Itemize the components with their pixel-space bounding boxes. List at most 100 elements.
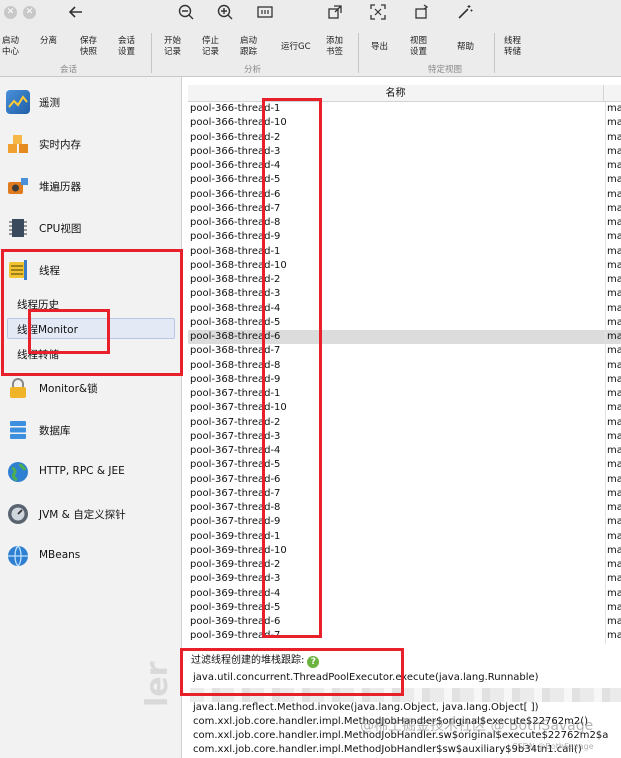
sidebar-item-cpu-views[interactable]: CPU视图 [0,208,181,248]
magic-wand-icon[interactable] [455,3,475,21]
rotate-icon[interactable] [412,3,432,21]
export-view-icon[interactable] [325,3,345,21]
thread-group-cell: ma [605,102,621,117]
thread-dump-button[interactable]: 线程 转储 [504,36,521,58]
table-row[interactable]: pool-366-thread-5 ma [188,173,621,188]
save-snapshot-button[interactable]: 保存 快照 [80,36,97,58]
table-row[interactable]: pool-367-thread-7 ma [188,486,621,501]
add-bookmark-button[interactable]: 添加 书签 [326,36,343,58]
sidebar-item-monitors-locks[interactable]: Monitor&锁 [0,368,181,408]
detach-button[interactable]: 分离 [40,36,57,47]
thread-group-cell: ma [605,287,621,302]
start-tracking-button[interactable]: 启动 跟踪 [240,36,257,58]
zoom-in-icon[interactable] [215,3,235,21]
column-header-name[interactable]: 名称 [188,85,604,102]
table-row[interactable]: pool-366-thread-10 ma [188,116,621,131]
thread-name-cell: pool-368-thread-7 [190,345,281,357]
table-row[interactable]: pool-369-thread-1 ma [188,529,621,544]
side-watermark-text: ler [140,661,175,707]
table-row[interactable]: pool-367-thread-6 ma [188,472,621,487]
sidebar-subitem-thread-dumps[interactable]: 线程转储 [17,347,59,362]
close-window-icon[interactable]: ✕ [4,6,17,19]
sidebar-item-live-memory[interactable]: 实时内存 [0,124,181,164]
sidebar-subitem-thread-history[interactable]: 线程历史 [17,297,59,312]
table-row[interactable]: pool-368-thread-3 ma [188,287,621,302]
sidebar-item-threads[interactable]: 线程 [0,250,181,290]
table-row[interactable]: pool-368-thread-4 ma [188,301,621,316]
sidebar-item-label: 实时内存 [39,139,81,151]
thread-group-cell: ma [605,372,621,387]
thread-name-cell: pool-368-thread-1 [190,245,281,257]
start-center-button[interactable]: 启动 中心 [2,36,19,58]
table-row[interactable]: pool-368-thread-1 ma [188,244,621,259]
session-settings-button[interactable]: 会话 设置 [118,36,135,58]
thread-group-cell: ma [605,415,621,430]
sidebar-item-jvm-probes[interactable]: JVM & 自定义探针 [0,494,181,534]
table-row[interactable]: pool-369-thread-3 ma [188,572,621,587]
run-gc-button[interactable]: 运行GC [281,42,311,53]
jprofiler-window: ✕ ✕ 启动 中心 分离 保存 快照 会话 设置 开始 记录 停止 记录 启动 … [0,0,621,758]
thread-group-cell: ma [605,315,621,330]
back-arrow-icon[interactable] [66,3,86,21]
stack-trace-line[interactable]: java.lang.reflect.Method.invoke(java.lan… [193,702,539,713]
thread-name-cell: pool-368-thread-8 [190,359,281,371]
thread-group-cell: ma [605,258,621,273]
table-row[interactable]: pool-369-thread-10 ma [188,543,621,558]
table-row[interactable]: pool-366-thread-4 ma [188,159,621,174]
start-recording-button[interactable]: 开始 记录 [164,36,181,58]
table-row[interactable]: pool-367-thread-2 ma [188,415,621,430]
table-row[interactable]: pool-367-thread-10 ma [188,401,621,416]
table-row[interactable]: pool-366-thread-1 ma [188,102,621,117]
thread-name-cell: pool-369-thread-1 [190,530,281,542]
table-row[interactable]: pool-366-thread-7 ma [188,201,621,216]
view-settings-button[interactable]: 视图 设置 [410,36,427,58]
stack-trace-line[interactable]: java.util.concurrent.ThreadPoolExecutor.… [193,672,539,683]
fit-width-icon[interactable] [255,3,275,21]
export-button[interactable]: 导出 [371,42,388,53]
table-row[interactable]: pool-368-thread-10 ma [188,258,621,273]
help-icon[interactable]: ? [307,656,320,668]
mbeans-globe-icon [6,544,30,568]
thread-group-cell: ma [605,344,621,359]
table-row[interactable]: pool-367-thread-3 ma [188,429,621,444]
thread-name-cell: pool-369-thread-5 [190,601,281,613]
table-row[interactable]: pool-368-thread-2 ma [188,273,621,288]
table-row[interactable]: pool-369-thread-2 ma [188,558,621,573]
thread-name-cell: pool-366-thread-2 [190,131,281,143]
table-row[interactable]: pool-367-thread-1 ma [188,387,621,402]
sidebar-item-databases[interactable]: 数据库 [0,410,181,450]
zoom-out-icon[interactable] [176,3,196,21]
table-row[interactable]: pool-366-thread-3 ma [188,144,621,159]
table-row[interactable]: pool-368-thread-6 ma [188,330,621,345]
table-row[interactable]: pool-367-thread-8 ma [188,501,621,516]
minimize-window-icon[interactable]: ✕ [23,6,36,19]
table-row[interactable]: pool-366-thread-9 ma [188,230,621,245]
sidebar-item-heap-walker[interactable]: 堆遍历器 [0,166,181,206]
sidebar-item-http-rpc-jee[interactable]: HTTP, RPC & JEE [0,452,181,492]
table-row[interactable]: pool-367-thread-4 ma [188,444,621,459]
help-button[interactable]: 帮助 [457,42,474,53]
stop-recording-button[interactable]: 停止 记录 [202,36,219,58]
thread-group-cell: ma [605,201,621,216]
main-toolbar: ✕ ✕ 启动 中心 分离 保存 快照 会话 设置 开始 记录 停止 记录 启动 … [0,0,621,77]
table-row[interactable]: pool-368-thread-5 ma [188,315,621,330]
sidebar-item-telemetry[interactable]: 遥测 [0,82,181,122]
table-row[interactable]: pool-369-thread-4 ma [188,586,621,601]
table-row[interactable]: pool-368-thread-7 ma [188,344,621,359]
table-row[interactable]: pool-369-thread-7 ma [188,629,621,644]
table-row[interactable]: pool-367-thread-9 ma [188,515,621,530]
sidebar-subitem-thread-monitor[interactable]: 线程Monitor [17,322,78,337]
table-row[interactable]: pool-369-thread-5 ma [188,600,621,615]
table-row[interactable]: pool-369-thread-6 ma [188,615,621,630]
thread-group-cell: ma [605,187,621,202]
table-row[interactable]: pool-366-thread-2 ma [188,130,621,145]
table-row[interactable]: pool-366-thread-6 ma [188,187,621,202]
table-row[interactable]: pool-368-thread-8 ma [188,358,621,373]
table-row[interactable]: pool-367-thread-5 ma [188,458,621,473]
screenshot-icon[interactable] [368,3,388,21]
thread-group-cell: ma [605,401,621,416]
table-row[interactable]: pool-366-thread-8 ma [188,216,621,231]
toolbar-separator [494,33,495,73]
table-row[interactable]: pool-368-thread-9 ma [188,372,621,387]
sidebar-item-mbeans[interactable]: MBeans [0,536,181,576]
